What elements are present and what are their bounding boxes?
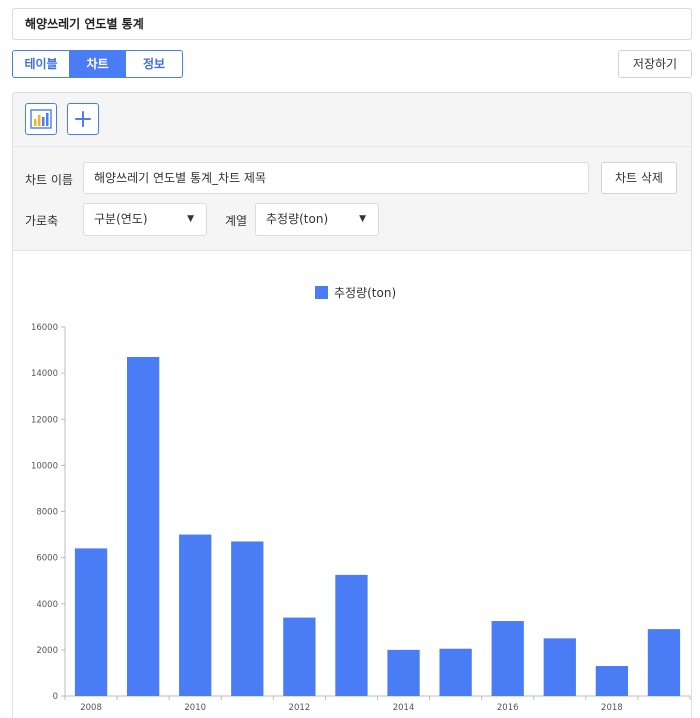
bar — [283, 617, 316, 696]
y-tick-label: 16000 — [31, 323, 58, 333]
x-tick-label: 2014 — [393, 703, 415, 713]
tab-table[interactable]: 테이블 — [12, 50, 70, 78]
y-tick-label: 12000 — [31, 415, 58, 425]
chart-panel: 차트 이름 해양쓰레기 연도별 통계_차트 제목 차트 삭제 가로축 구분(연도… — [12, 92, 692, 718]
chart-area: 추정량(ton) 0 2000 4000 6000 8000 10000 12000 1400… — [13, 251, 691, 718]
tab-info[interactable]: 정보 — [126, 50, 183, 78]
chart-type-button[interactable] — [25, 103, 57, 135]
y-tick-label: 6000 — [36, 554, 58, 564]
x-tick-label: 2010 — [184, 703, 206, 713]
chart-name-label: 차트 이름 — [25, 173, 73, 187]
series-value: 추정량(ton) — [266, 212, 329, 226]
x-tick-label: 2016 — [497, 703, 519, 713]
bar — [179, 534, 212, 696]
x-tick-label: 2008 — [80, 703, 102, 713]
bar — [231, 541, 264, 696]
y-tick-label: 10000 — [31, 461, 58, 471]
bar — [647, 629, 681, 696]
y-tick-label: 2000 — [36, 646, 58, 656]
y-tick-label: 4000 — [36, 600, 58, 610]
bar — [491, 621, 524, 696]
view-tabs: 테이블 차트 정보 — [12, 50, 183, 78]
y-tick-label: 0 — [53, 692, 58, 702]
save-button[interactable]: 저장하기 — [618, 50, 692, 78]
page-title: 해양쓰레기 연도별 통계 — [12, 8, 692, 40]
y-tick-label: 8000 — [36, 508, 58, 518]
plus-icon — [75, 111, 91, 127]
x-axis-select[interactable]: 구분(연도) ▼ — [83, 203, 207, 236]
bar — [335, 574, 368, 696]
chart-config: 차트 이름 해양쓰레기 연도별 통계_차트 제목 차트 삭제 가로축 구분(연도… — [13, 147, 691, 251]
bar — [126, 356, 160, 696]
bar — [387, 649, 420, 696]
y-tick-label: 14000 — [31, 369, 58, 379]
series-select[interactable]: 추정량(ton) ▼ — [255, 203, 379, 236]
bar — [543, 638, 576, 696]
chart-name-input[interactable]: 해양쓰레기 연도별 통계_차트 제목 — [83, 162, 589, 194]
add-chart-button[interactable] — [67, 103, 99, 135]
bar-chart-icon — [30, 109, 52, 129]
series-label: 계열 — [225, 214, 248, 228]
bar — [439, 648, 472, 696]
caret-down-icon: ▼ — [187, 214, 194, 224]
chart-toolbar — [13, 93, 691, 147]
x-axis-value: 구분(연도) — [94, 212, 148, 226]
delete-chart-button[interactable]: 차트 삭제 — [601, 162, 677, 194]
x-tick-label: 2012 — [289, 703, 311, 713]
caret-down-icon: ▼ — [359, 214, 366, 224]
tab-chart[interactable]: 차트 — [70, 50, 126, 78]
x-axis-label: 가로축 — [25, 214, 59, 228]
bar — [74, 548, 108, 696]
bar — [595, 666, 629, 696]
bar-chart: 0 2000 4000 6000 8000 10000 12000 14000 16000 200… — [31, 323, 691, 713]
x-tick-label: 2018 — [601, 703, 623, 713]
